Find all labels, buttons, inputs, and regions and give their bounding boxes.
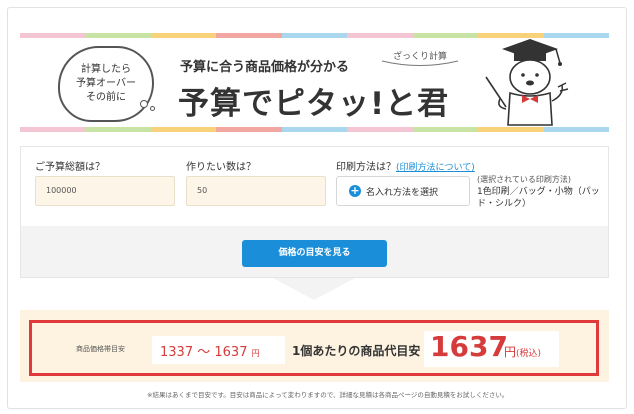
bubble-line-1: 計算したら <box>81 64 131 75</box>
down-arrow-icon <box>273 278 355 300</box>
price-range: 1337 〜 1637 円 <box>160 341 260 360</box>
price-range-separator: 〜 <box>197 345 211 360</box>
quantity-input[interactable]: 50 <box>186 176 326 206</box>
selected-method-value: 1色印刷／バッグ・小物（パッド・シルク） <box>477 187 600 209</box>
select-print-method-button[interactable]: + 名入れ方法を選択 <box>336 176 470 206</box>
banner-subtitle: 予算に合う商品価格が分かる <box>180 60 350 75</box>
speech-bubble: 計算したら 予算オーバー その前に <box>58 46 154 122</box>
budget-input[interactable]: 100000 <box>35 176 175 206</box>
banner-title: 予算でピタッ!と君 <box>178 86 450 122</box>
price-range-unit: 円 <box>251 349 260 358</box>
select-print-method-label: 名入れ方法を選択 <box>366 187 439 198</box>
stripe-segment <box>216 33 282 38</box>
price-band-label: 商品価格帯目安 <box>76 345 125 353</box>
bear-mascot-icon <box>485 39 569 126</box>
show-estimate-button[interactable]: 価格の目安を見る <box>242 240 387 267</box>
stripe-segment <box>20 33 86 38</box>
budget-label: ご予算総額は？ <box>35 162 105 173</box>
stripe-segment <box>281 127 348 132</box>
stripe-segment <box>216 127 282 132</box>
selected-print-method: (選択されている印刷方法) 1色印刷／バッグ・小物（パッド・シルク） <box>477 174 607 210</box>
bubble-line-3: その前に <box>86 92 126 103</box>
per-item-unit: 円(税込) <box>504 343 541 360</box>
bubble-dot-icon <box>140 100 148 108</box>
selected-method-caption: (選択されている印刷方法) <box>477 175 572 184</box>
print-method-label: 印刷方法は？(印刷方法について) <box>336 158 475 173</box>
per-item-yen: 円 <box>504 345 517 359</box>
stripe-segment <box>281 33 348 38</box>
stripe-segment <box>150 127 217 132</box>
price-range-min: 1337 <box>160 345 194 360</box>
quantity-label: 作りたい数は？ <box>186 162 256 173</box>
banner-badge: ざっくり計算 <box>380 50 460 68</box>
stripe-segment <box>347 33 413 38</box>
stripe-segment <box>412 127 479 132</box>
price-range-max: 1637 <box>214 345 248 360</box>
plus-icon: + <box>349 184 361 197</box>
footer-note: ※結果はあくまで目安です。目安は商品によって変わりますので、詳細な見積は各商品ペ… <box>147 391 509 399</box>
per-item-label: 1個あたりの商品代目安 <box>292 344 421 358</box>
tax-included-note: (税込) <box>516 349 542 359</box>
stripe-segment <box>20 127 86 132</box>
print-method-label-text: 印刷方法は？ <box>336 162 396 173</box>
bubble-line-2: 予算オーバー <box>76 78 136 89</box>
bubble-dot-icon <box>150 106 155 111</box>
badge-underline-icon <box>381 60 459 66</box>
stripe-segment <box>150 33 217 38</box>
stripe-segment <box>85 33 151 38</box>
stripe-segment <box>347 127 413 132</box>
print-method-help-link[interactable]: (印刷方法について) <box>396 163 475 173</box>
per-item-price: 1637 <box>430 330 508 363</box>
stripe-segment <box>85 127 151 132</box>
stripe-segment <box>412 33 479 38</box>
